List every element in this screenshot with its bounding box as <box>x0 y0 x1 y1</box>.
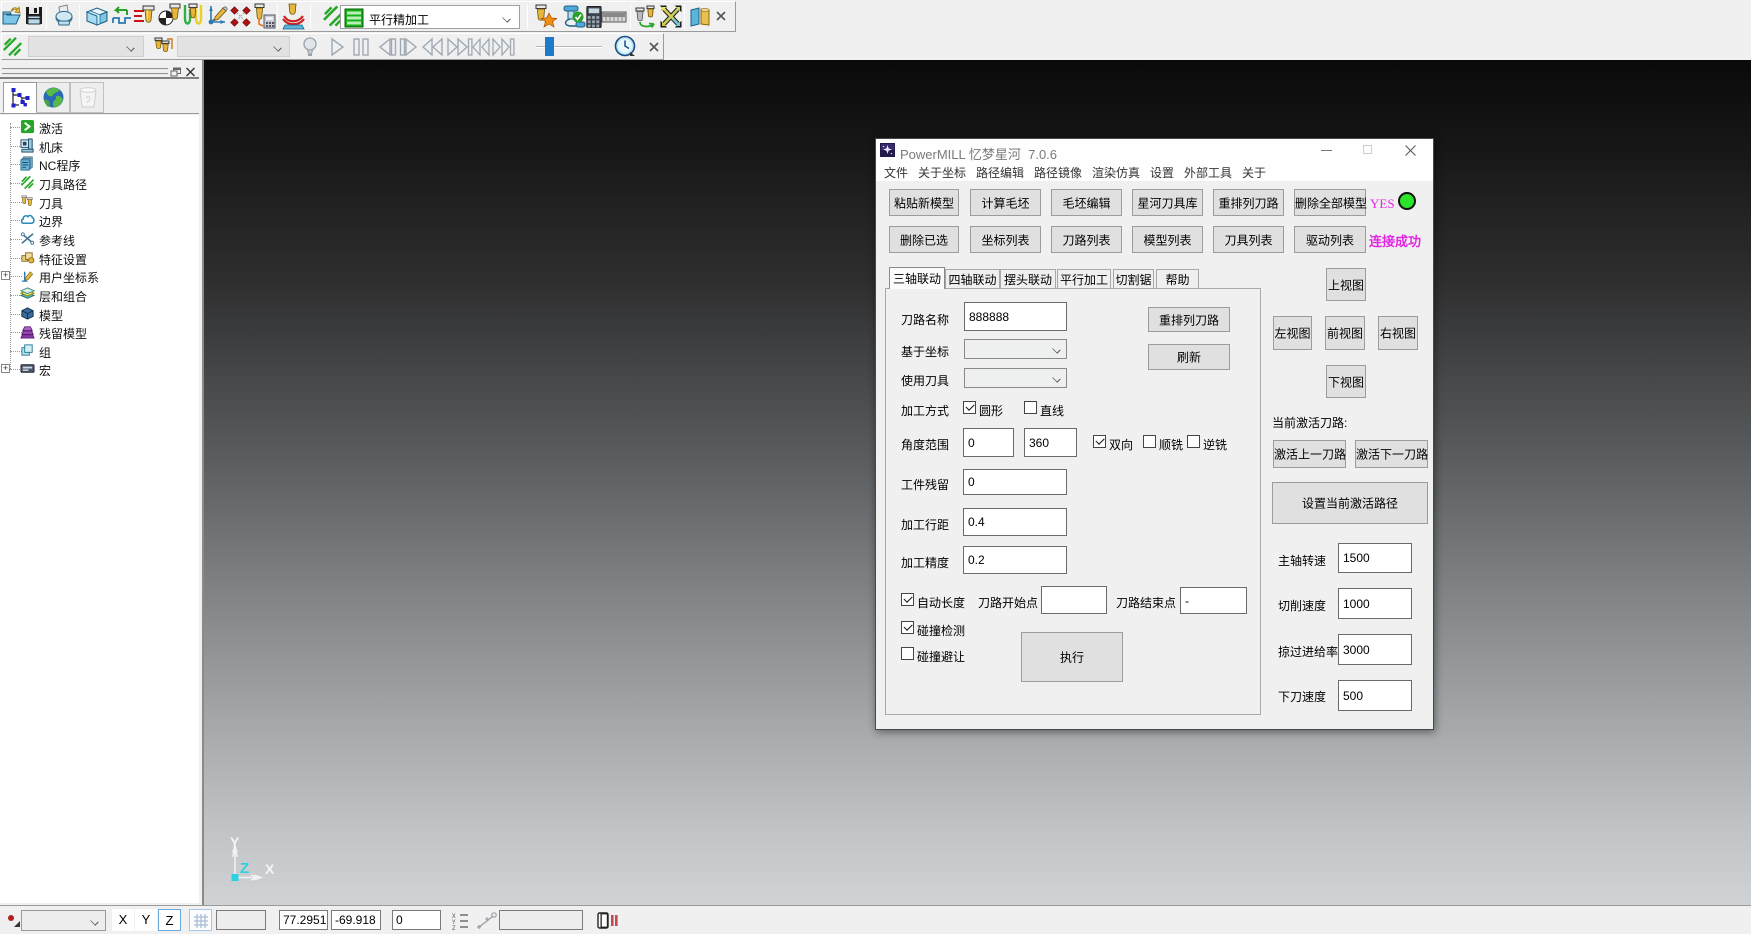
svg-text:Z: Z <box>240 860 249 877</box>
svg-text:Z: Z <box>452 925 456 930</box>
svg-text:X: X <box>265 861 275 877</box>
svg-text:Y: Y <box>230 834 240 850</box>
